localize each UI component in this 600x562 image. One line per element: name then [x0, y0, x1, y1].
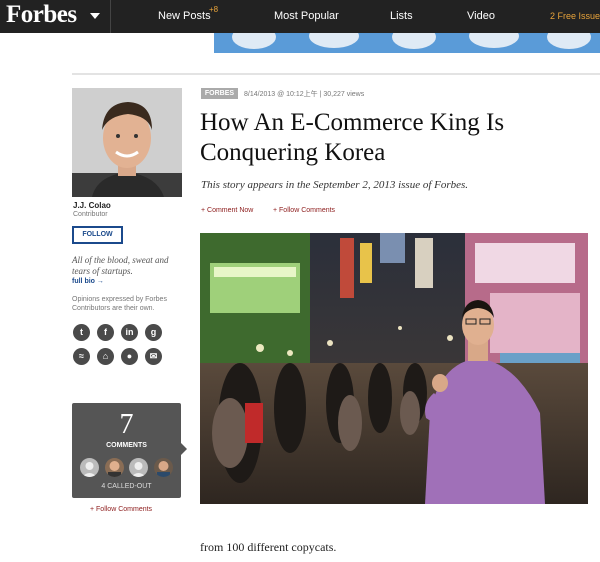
- commenter-avatar[interactable]: [80, 458, 99, 477]
- called-out-count: 4 CALLED-OUT: [101, 483, 152, 490]
- forbes-logo[interactable]: Forbes: [6, 1, 77, 29]
- linkedin-icon[interactable]: in: [121, 324, 138, 341]
- article-body-snippet: from 100 different copycats.: [200, 540, 337, 554]
- google-plus-icon[interactable]: g: [145, 324, 162, 341]
- nav-divider: [110, 0, 111, 33]
- nav-item-video[interactable]: Video: [467, 10, 495, 22]
- follow-comments-top-link[interactable]: + Follow Comments: [273, 207, 335, 214]
- nav-item-free-issues[interactable]: 2 Free Issues: [550, 11, 600, 21]
- comments-label: COMMENTS: [106, 442, 147, 449]
- comments-widget[interactable]: 7 COMMENTS 4 CALLED-OUT: [72, 403, 181, 498]
- top-nav-bar: Forbes New Posts +8 Most Popular Lists V…: [0, 0, 600, 33]
- email-icon[interactable]: ✉: [145, 348, 162, 365]
- rss-icon[interactable]: ≈: [73, 348, 90, 365]
- article-meta: 8/14/2013 @ 10:12上午 | 30,227 views: [244, 91, 365, 98]
- author-bio: All of the blood, sweat and tears of sta…: [72, 255, 169, 276]
- facebook-icon[interactable]: f: [97, 324, 114, 341]
- author-photo[interactable]: [72, 88, 182, 197]
- person-icon[interactable]: ●: [121, 348, 138, 365]
- twitter-icon[interactable]: t: [73, 324, 90, 341]
- commenter-avatar[interactable]: [105, 458, 124, 477]
- source-tag[interactable]: FORBES: [201, 88, 238, 99]
- issue-note: This story appears in the September 2, 2…: [201, 179, 469, 191]
- commenter-avatar[interactable]: [129, 458, 148, 477]
- nav-item-new-posts[interactable]: New Posts: [158, 10, 211, 22]
- ad-banner[interactable]: [214, 33, 600, 53]
- article-headline: How An E-Commerce King Is Conquering Kor…: [200, 109, 505, 166]
- follow-author-button[interactable]: FOLLOW: [72, 226, 123, 244]
- author-role: Contributor: [73, 211, 108, 218]
- new-posts-badge: +8: [209, 5, 219, 14]
- home-icon[interactable]: ⌂: [97, 348, 114, 365]
- commenter-avatar[interactable]: [154, 458, 173, 477]
- full-bio-link[interactable]: full bio →: [72, 278, 104, 285]
- contributor-disclaimer: Opinions expressed by Forbes Contributor…: [72, 296, 167, 312]
- article-photo: [200, 233, 588, 504]
- comments-pointer: [181, 443, 187, 455]
- nav-item-most-popular[interactable]: Most Popular: [274, 10, 339, 22]
- comment-count: 7: [119, 409, 134, 440]
- header-divider: [72, 73, 600, 75]
- chevron-down-icon[interactable]: [90, 13, 100, 19]
- follow-comments-link[interactable]: + Follow Comments: [90, 506, 152, 513]
- author-name[interactable]: J.J. Colao: [73, 201, 111, 210]
- nav-item-lists[interactable]: Lists: [390, 10, 413, 22]
- comment-now-link[interactable]: + Comment Now: [201, 207, 253, 214]
